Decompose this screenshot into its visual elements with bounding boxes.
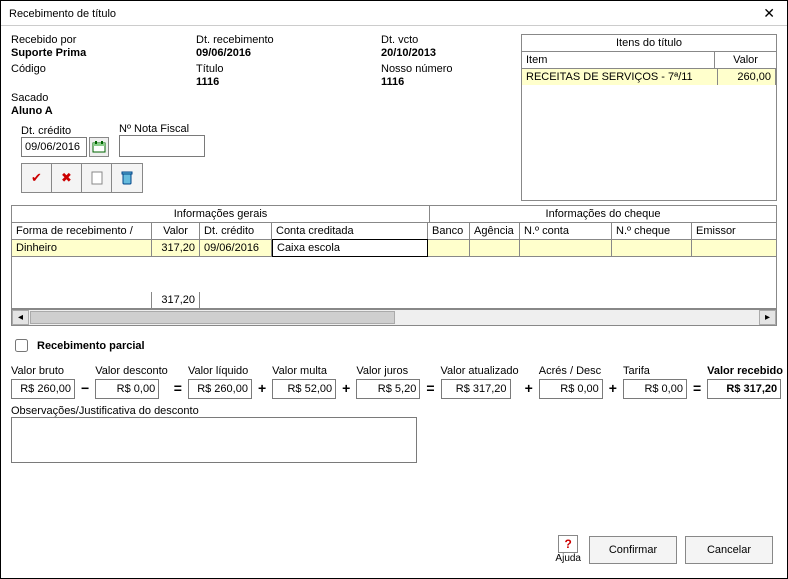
grid-row[interactable]: Dinheiro 317,20 09/06/2016 Caixa escola (12, 240, 776, 257)
nota-label: Nº Nota Fiscal (119, 123, 205, 135)
help-label: Ajuda (555, 553, 581, 564)
tarifa-label: Tarifa (623, 365, 687, 377)
desc-input[interactable] (95, 379, 159, 399)
desc-label: Valor desconto (95, 365, 168, 377)
cell-dtc[interactable]: 09/06/2016 (200, 240, 272, 256)
bruto-input[interactable] (11, 379, 75, 399)
op-eq3: = (691, 380, 703, 399)
acres-label: Acrés / Desc (539, 365, 603, 377)
multa-input[interactable] (272, 379, 336, 399)
sacado-value: Aluno A (11, 105, 196, 117)
payments-grid: Informações gerais Informações do cheque… (11, 205, 777, 309)
liq-input[interactable] (188, 379, 252, 399)
tarifa-input[interactable] (623, 379, 687, 399)
scroll-thumb[interactable] (30, 311, 395, 324)
confirm-edit-icon[interactable]: ✔ (22, 164, 52, 192)
header-area: Recebido por Suporte Prima Dt. recebimen… (1, 26, 787, 201)
titlebar: Recebimento de título ✕ (1, 1, 787, 26)
dtvcto-value: 20/10/2013 (381, 47, 521, 59)
new-row-icon[interactable] (82, 164, 112, 192)
codigo-label: Código (11, 63, 196, 75)
col-valor[interactable]: Valor (152, 223, 200, 239)
footer-valor: 317,20 (152, 292, 200, 308)
obs-textarea[interactable] (11, 417, 417, 463)
cell-emissor[interactable] (692, 240, 776, 256)
recebido-label: Recebido por (11, 34, 196, 46)
obs-label: Observações/Justificativa do desconto (11, 405, 777, 417)
col-forma[interactable]: Forma de recebimento / (12, 223, 152, 239)
items-col-valor: Valor (715, 52, 777, 68)
cell-valor[interactable]: 317,20 (152, 240, 200, 256)
grid-hscrollbar[interactable]: ◂ ▸ (11, 309, 777, 326)
items-title: Itens do título (522, 35, 777, 52)
cell-banco[interactable] (428, 240, 470, 256)
col-agencia[interactable]: Agência (470, 223, 520, 239)
col-nconta[interactable]: N.º conta (520, 223, 612, 239)
col-banco[interactable]: Banco (428, 223, 470, 239)
calendar-icon[interactable] (89, 137, 109, 157)
items-row-valor: 260,00 (718, 69, 776, 85)
confirm-button[interactable]: Confirmar (589, 536, 677, 564)
cell-nconta[interactable] (520, 240, 612, 256)
op-eq1: = (172, 380, 184, 399)
dtcredito-input[interactable] (21, 137, 87, 157)
footer-buttons: ? Ajuda Confirmar Cancelar (555, 535, 773, 564)
items-row-item: RECEITAS DE SERVIÇOS - 7ª/11 (522, 69, 718, 85)
cell-conta[interactable]: Caixa escola (272, 239, 428, 257)
liq-label: Valor líquido (188, 365, 252, 377)
nosson-value: 1116 (381, 76, 521, 88)
sacado-label: Sacado (11, 92, 196, 104)
footer-forma (12, 292, 152, 308)
titulo-label: Título (196, 63, 381, 75)
help-button[interactable]: ? Ajuda (555, 535, 581, 564)
titulo-value: 1116 (196, 76, 381, 88)
cell-agencia[interactable] (470, 240, 520, 256)
op-plus2: + (340, 380, 352, 399)
cancel-edit-icon[interactable]: ✖ (52, 164, 82, 192)
multa-label: Valor multa (272, 365, 336, 377)
nota-input[interactable] (119, 135, 205, 157)
dtvcto-label: Dt. vcto (381, 34, 521, 46)
grid-toolbar: ✔ ✖ (21, 163, 143, 193)
grid-group-general: Informações gerais (12, 206, 430, 222)
partial-checkbox[interactable] (15, 339, 28, 352)
op-plus4: + (607, 380, 619, 399)
col-emissor[interactable]: Emissor (692, 223, 776, 239)
window-title: Recebimento de título (9, 8, 116, 20)
dtcredito-label: Dt. crédito (21, 125, 109, 137)
items-col-item: Item (522, 52, 715, 68)
atual-label: Valor atualizado (441, 365, 519, 377)
cancel-button[interactable]: Cancelar (685, 536, 773, 564)
close-icon[interactable]: ✕ (759, 5, 779, 22)
op-minus: − (79, 380, 91, 399)
col-dtc[interactable]: Dt. crédito (200, 223, 272, 239)
grid-group-cheque: Informações do cheque (430, 206, 776, 222)
partial-label: Recebimento parcial (37, 340, 145, 352)
acres-input[interactable] (539, 379, 603, 399)
juros-input[interactable] (356, 379, 420, 399)
op-plus3: + (523, 380, 535, 399)
items-panel: Itens do título Item Valor RECEITAS DE S… (521, 34, 777, 201)
dtreceb-value: 09/06/2016 (196, 47, 381, 59)
col-ncheque[interactable]: N.º cheque (612, 223, 692, 239)
scroll-left-icon[interactable]: ◂ (12, 310, 29, 325)
items-row[interactable]: RECEITAS DE SERVIÇOS - 7ª/11 260,00 (522, 69, 776, 85)
bruto-label: Valor bruto (11, 365, 75, 377)
cell-forma[interactable]: Dinheiro (12, 240, 152, 256)
op-plus1: + (256, 380, 268, 399)
atual-input[interactable] (441, 379, 511, 399)
scroll-right-icon[interactable]: ▸ (759, 310, 776, 325)
juros-label: Valor juros (356, 365, 420, 377)
dtreceb-label: Dt. recebimento (196, 34, 381, 46)
receb-input[interactable] (707, 379, 781, 399)
recebido-value: Suporte Prima (11, 47, 196, 59)
receb-label: Valor recebido (707, 365, 783, 377)
nosson-label: Nosso número (381, 63, 521, 75)
cell-ncheque[interactable] (612, 240, 692, 256)
values-row: Valor bruto − Valor desconto = Valor líq… (11, 365, 777, 399)
delete-row-icon[interactable] (112, 164, 142, 192)
help-icon: ? (558, 535, 578, 553)
col-conta[interactable]: Conta creditada (272, 223, 428, 239)
op-eq2: = (424, 380, 436, 399)
